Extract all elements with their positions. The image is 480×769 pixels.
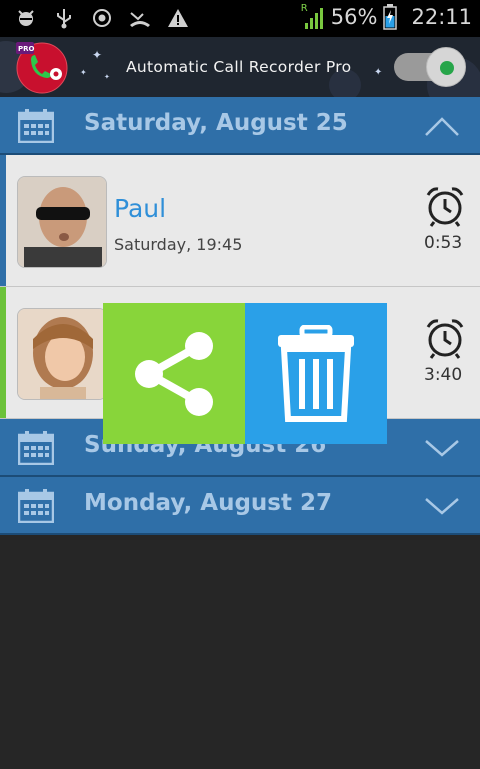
svg-text:✦: ✦ [104,73,110,81]
chevron-down-icon[interactable] [424,437,460,459]
svg-text:✦: ✦ [374,67,382,78]
alarm-clock-icon [426,187,464,227]
app-title: Automatic Call Recorder Pro [126,58,352,76]
day-header-monday[interactable]: Monday, August 27 [0,477,480,535]
calendar-icon [18,109,54,143]
row-stripe [0,155,6,286]
avatar [17,308,107,400]
app-header: ✦ ✦ ✦ ✦ PRO Automatic Call Recorder Pro [0,37,480,97]
day-label: Saturday, August 25 [84,110,348,136]
share-icon [135,331,213,416]
call-duration: 0:53 [424,233,463,253]
toggle-knob [426,47,466,87]
app-logo: PRO [14,40,72,94]
clock: 22:11 [411,5,472,29]
calendar-icon [18,431,54,465]
call-duration: 3:40 [424,365,463,385]
recording-toggle[interactable] [394,45,472,87]
call-time: Saturday, 19:45 [114,235,243,254]
row-stripe [0,287,6,418]
battery-icon [383,4,398,30]
chevron-down-icon[interactable] [424,495,460,517]
toggle-on-indicator [440,61,454,75]
missed-call-icon [128,6,152,30]
location-icon [90,6,114,30]
call-row-paul[interactable]: Paul Saturday, 19:45 0:53 [0,155,480,287]
signal-icon: R [301,3,325,31]
chevron-up-icon[interactable] [424,115,460,137]
svg-text:✦: ✦ [80,68,87,77]
trash-icon [278,324,354,422]
usb-icon [52,6,76,30]
logo-badge-text: PRO [18,45,35,53]
status-bar: R 56% 22:11 [0,0,480,37]
avatar [17,176,107,268]
svg-text:✦: ✦ [92,48,102,62]
call-action-popup [103,303,387,444]
notification-icons [14,6,190,30]
warning-icon [166,6,190,30]
alarm-clock-icon [426,319,464,359]
contact-name: Paul [114,194,167,223]
day-label: Monday, August 27 [84,490,333,516]
battery-percent: 56% [330,5,378,29]
android-debug-icon [14,6,38,30]
calendar-icon [18,489,54,523]
delete-button[interactable] [245,303,387,444]
day-header-saturday[interactable]: Saturday, August 25 [0,97,480,155]
share-button[interactable] [103,303,245,444]
